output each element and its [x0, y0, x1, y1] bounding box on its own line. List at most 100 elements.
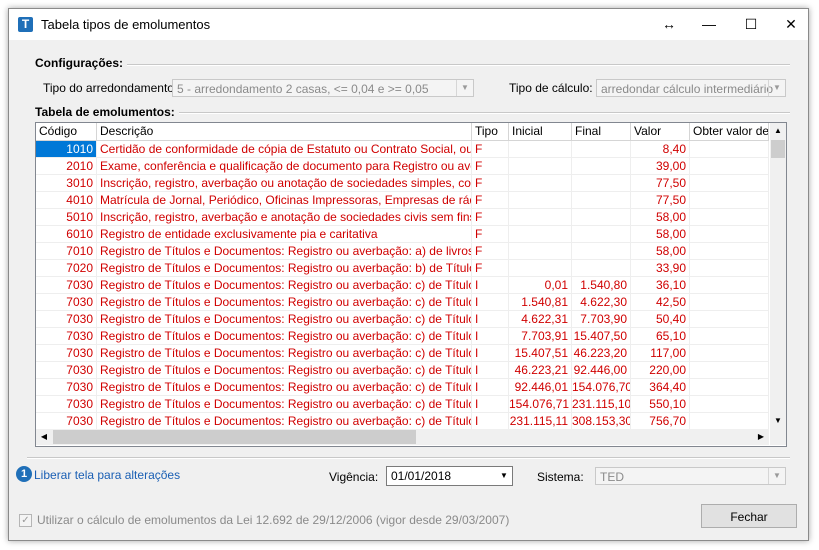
- table-row[interactable]: 7030 Registro de Títulos e Documentos: Re…: [36, 277, 769, 294]
- table-row[interactable]: 4010 Matrícula de Jornal, Periódico, Ofic…: [36, 192, 769, 209]
- col-header-obter[interactable]: Obter valor de: [690, 123, 769, 140]
- cell-codigo[interactable]: 5010: [36, 209, 97, 226]
- cell-final[interactable]: 46.223,20: [572, 345, 631, 362]
- cell-codigo[interactable]: 7030: [36, 311, 97, 328]
- cell-final[interactable]: [572, 192, 631, 209]
- vertical-scroll-thumb[interactable]: [771, 140, 785, 158]
- sistema-select[interactable]: TED ▼: [595, 467, 786, 485]
- cell-valor[interactable]: 77,50: [631, 175, 690, 192]
- cell-descricao[interactable]: Matrícula de Jornal, Periódico, Oficinas…: [97, 192, 472, 209]
- cell-descricao[interactable]: Registro de Títulos e Documentos: Regist…: [97, 362, 472, 379]
- cell-obter[interactable]: [690, 243, 769, 260]
- cell-tipo[interactable]: F: [472, 175, 509, 192]
- cell-tipo[interactable]: F: [472, 158, 509, 175]
- cell-final[interactable]: 7.703,90: [572, 311, 631, 328]
- cell-inicial[interactable]: 7.703,91: [509, 328, 572, 345]
- cell-final[interactable]: [572, 226, 631, 243]
- table-row[interactable]: 7010 Registro de Títulos e Documentos: Re…: [36, 243, 769, 260]
- cell-tipo[interactable]: F: [472, 260, 509, 277]
- cell-valor[interactable]: 39,00: [631, 158, 690, 175]
- vigencia-date-picker[interactable]: 01/01/2018 ▼: [386, 466, 513, 486]
- cell-codigo[interactable]: 7030: [36, 294, 97, 311]
- emolumentos-grid[interactable]: Código Descrição Tipo Inicial Final Valo…: [35, 122, 787, 447]
- cell-tipo[interactable]: I: [472, 379, 509, 396]
- cell-inicial[interactable]: [509, 158, 572, 175]
- cell-descricao[interactable]: Certidão de conformidade de cópia de Est…: [97, 141, 472, 158]
- scroll-right-icon[interactable]: ▶: [753, 429, 769, 445]
- cell-inicial[interactable]: 154.076,71: [509, 396, 572, 413]
- cell-obter[interactable]: [690, 277, 769, 294]
- cell-codigo[interactable]: 1010: [36, 141, 97, 158]
- cell-final[interactable]: 154.076,70: [572, 379, 631, 396]
- cell-tipo[interactable]: I: [472, 328, 509, 345]
- cell-final[interactable]: 92.446,00: [572, 362, 631, 379]
- cell-obter[interactable]: [690, 362, 769, 379]
- table-row[interactable]: 5010 Inscrição, registro, averbação e ano…: [36, 209, 769, 226]
- cell-valor[interactable]: 220,00: [631, 362, 690, 379]
- cell-codigo[interactable]: 7030: [36, 345, 97, 362]
- cell-inicial[interactable]: [509, 226, 572, 243]
- cell-tipo[interactable]: I: [472, 277, 509, 294]
- cell-valor[interactable]: 42,50: [631, 294, 690, 311]
- cell-obter[interactable]: [690, 175, 769, 192]
- cell-valor[interactable]: 8,40: [631, 141, 690, 158]
- col-header-valor[interactable]: Valor: [631, 123, 690, 140]
- cell-obter[interactable]: [690, 192, 769, 209]
- close-dialog-button[interactable]: Fechar: [701, 504, 797, 528]
- cell-codigo[interactable]: 7030: [36, 362, 97, 379]
- cell-codigo[interactable]: 6010: [36, 226, 97, 243]
- cell-valor[interactable]: 77,50: [631, 192, 690, 209]
- cell-tipo[interactable]: I: [472, 311, 509, 328]
- table-row[interactable]: 7030 Registro de Títulos e Documentos: Re…: [36, 396, 769, 413]
- cell-codigo[interactable]: 3010: [36, 175, 97, 192]
- unlock-link[interactable]: Liberar tela para alterações: [34, 468, 180, 482]
- cell-codigo[interactable]: 7010: [36, 243, 97, 260]
- cell-valor[interactable]: 36,10: [631, 277, 690, 294]
- table-row[interactable]: 7020 Registro de Títulos e Documentos: Re…: [36, 260, 769, 277]
- col-header-inicial[interactable]: Inicial: [509, 123, 572, 140]
- table-row[interactable]: 7030 Registro de Títulos e Documentos: Re…: [36, 413, 769, 430]
- cell-codigo[interactable]: 7030: [36, 379, 97, 396]
- cell-descricao[interactable]: Registro de Títulos e Documentos: Regist…: [97, 260, 472, 277]
- cell-obter[interactable]: [690, 294, 769, 311]
- scroll-down-icon[interactable]: ▼: [770, 413, 786, 429]
- cell-descricao[interactable]: Registro de Títulos e Documentos: Regist…: [97, 396, 472, 413]
- cell-valor[interactable]: 50,40: [631, 311, 690, 328]
- resize-icon[interactable]: ↔: [654, 9, 684, 40]
- cell-final[interactable]: [572, 260, 631, 277]
- cell-inicial[interactable]: [509, 260, 572, 277]
- cell-inicial[interactable]: 0,01: [509, 277, 572, 294]
- table-row[interactable]: 7030 Registro de Títulos e Documentos: Re…: [36, 379, 769, 396]
- cell-obter[interactable]: [690, 413, 769, 430]
- cell-codigo[interactable]: 7030: [36, 277, 97, 294]
- table-row[interactable]: 6010 Registro de entidade exclusivamente …: [36, 226, 769, 243]
- cell-valor[interactable]: 756,70: [631, 413, 690, 430]
- cell-obter[interactable]: [690, 226, 769, 243]
- table-row[interactable]: 3010 Inscrição, registro, averbação ou an…: [36, 175, 769, 192]
- cell-final[interactable]: 1.540,80: [572, 277, 631, 294]
- cell-codigo[interactable]: 7030: [36, 396, 97, 413]
- table-row[interactable]: 2010 Exame, conferência e qualificação de…: [36, 158, 769, 175]
- title-bar[interactable]: T Tabela tipos de emolumentos ↔ — ☐ ✕: [9, 9, 808, 40]
- cell-tipo[interactable]: I: [472, 345, 509, 362]
- cell-tipo[interactable]: F: [472, 209, 509, 226]
- cell-valor[interactable]: 364,40: [631, 379, 690, 396]
- cell-codigo[interactable]: 4010: [36, 192, 97, 209]
- cell-inicial[interactable]: [509, 175, 572, 192]
- cell-obter[interactable]: [690, 328, 769, 345]
- cell-valor[interactable]: 58,00: [631, 226, 690, 243]
- cell-descricao[interactable]: Registro de Títulos e Documentos: Regist…: [97, 277, 472, 294]
- cell-descricao[interactable]: Registro de Títulos e Documentos: Regist…: [97, 379, 472, 396]
- cell-final[interactable]: [572, 175, 631, 192]
- cell-descricao[interactable]: Exame, conferência e qualificação de doc…: [97, 158, 472, 175]
- cell-inicial[interactable]: 4.622,31: [509, 311, 572, 328]
- cell-codigo[interactable]: 7030: [36, 328, 97, 345]
- cell-valor[interactable]: 58,00: [631, 209, 690, 226]
- cell-codigo[interactable]: 7020: [36, 260, 97, 277]
- cell-obter[interactable]: [690, 345, 769, 362]
- table-row[interactable]: 7030 Registro de Títulos e Documentos: Re…: [36, 311, 769, 328]
- lei-checkbox[interactable]: ✓: [19, 514, 32, 527]
- cell-obter[interactable]: [690, 311, 769, 328]
- scroll-left-icon[interactable]: ◀: [36, 429, 52, 445]
- cell-descricao[interactable]: Registro de Títulos e Documentos: Regist…: [97, 294, 472, 311]
